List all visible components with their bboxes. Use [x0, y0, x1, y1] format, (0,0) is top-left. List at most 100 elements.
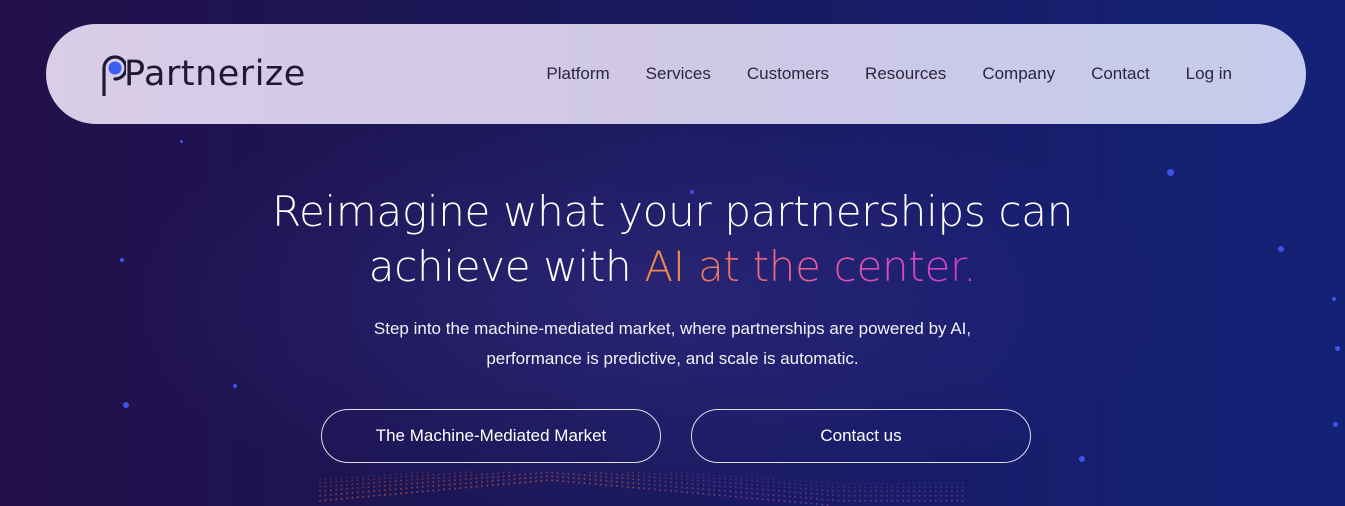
wave-dot [653, 488, 656, 491]
wave-dot [756, 480, 759, 483]
wave-dot [464, 486, 467, 489]
wave-dot [691, 491, 694, 494]
wave-dot [605, 484, 608, 487]
wave-dot [740, 486, 743, 489]
wave-dot [778, 494, 780, 497]
wave-dot [913, 494, 915, 497]
wave-dot [950, 494, 953, 497]
wave-dot [632, 474, 635, 477]
wave-dot [783, 482, 786, 485]
wave-dot [788, 490, 791, 493]
wave-dot [945, 486, 948, 489]
wave-dot [718, 477, 721, 480]
wave-dot [659, 484, 662, 487]
wave-dot [745, 491, 748, 494]
nav-link-contact[interactable]: Contact [1091, 64, 1150, 84]
wave-dot [761, 493, 764, 496]
wave-dot [961, 499, 964, 502]
wave-dot [637, 487, 640, 489]
hero-title-line1: Reimagine what your partnerships can [271, 187, 1074, 236]
wave-dot [346, 487, 348, 490]
wave-dot [545, 479, 548, 482]
wave-dot [616, 473, 618, 476]
nav-link-platform[interactable]: Platform [546, 64, 609, 84]
wave-dot [524, 473, 527, 476]
wave-dot [950, 490, 953, 493]
wave-dot [405, 491, 408, 494]
wave-dot [923, 486, 926, 489]
wave-dot [832, 489, 834, 492]
wave-dot [486, 473, 489, 475]
wave-dot [756, 497, 759, 500]
wave-dot [454, 472, 456, 475]
wave-dot [923, 482, 926, 485]
nav-link-resources[interactable]: Resources [865, 64, 946, 84]
wave-dot [702, 492, 705, 495]
wave-dot [772, 499, 775, 502]
wave-dot [319, 482, 321, 484]
wave-dot [362, 491, 365, 493]
wave-dot [367, 486, 370, 489]
wave-dot [405, 487, 408, 490]
wave-dot [880, 494, 883, 497]
wave-dot [626, 481, 629, 484]
wave-dot [896, 499, 899, 502]
wave-dot [767, 481, 770, 484]
wave-dot [864, 490, 867, 493]
wave-dot [923, 490, 926, 493]
nav-link-services[interactable]: Services [646, 64, 711, 84]
partnerize-logo-mark-icon [100, 52, 128, 98]
wave-dot [562, 476, 564, 479]
wave-dot [837, 482, 840, 485]
wave-dot [772, 481, 775, 484]
wave-dot [907, 486, 910, 489]
wave-dot [599, 483, 602, 486]
wave-dot [421, 490, 424, 493]
wave-dot [805, 483, 807, 486]
wave-dot [761, 488, 764, 491]
wave-dot [826, 489, 829, 492]
wave-dot [583, 478, 586, 480]
nav-link-customers[interactable]: Customers [747, 64, 829, 84]
wave-dot [394, 483, 397, 486]
wave-dot [691, 487, 694, 490]
wave-dot [351, 496, 354, 499]
machine-mediated-market-button[interactable]: The Machine-Mediated Market [321, 409, 661, 463]
wave-dot [659, 473, 662, 476]
wave-dot [459, 482, 462, 485]
wave-dot [772, 489, 775, 492]
wave-dot [324, 499, 327, 502]
wave-dot [643, 472, 645, 475]
wave-dot [632, 478, 635, 481]
wave-dot [794, 496, 797, 498]
wave-dot [389, 484, 392, 487]
wave-dot [362, 482, 365, 485]
wave-dot [340, 484, 343, 487]
wave-dot [940, 490, 942, 493]
wave-dot [956, 482, 959, 485]
wave-dot [794, 501, 797, 504]
wave-dot [367, 495, 370, 498]
wave-dot [724, 494, 726, 497]
wave-dot [626, 471, 629, 473]
wave-dot [815, 481, 818, 483]
wave-dot [940, 494, 942, 497]
wave-dot [508, 474, 510, 477]
wave-dot [659, 488, 662, 491]
wave-dot [329, 485, 332, 487]
wave-dot [810, 480, 813, 483]
wave-dot [535, 472, 537, 475]
brand-logo[interactable]: Partnerize [100, 50, 306, 98]
wave-dot [486, 484, 489, 487]
contact-us-button[interactable]: Contact us [691, 409, 1031, 463]
nav-link-login[interactable]: Log in [1186, 64, 1232, 84]
nav-link-company[interactable]: Company [982, 64, 1055, 84]
wave-dot [626, 486, 629, 488]
wave-dot [886, 499, 888, 502]
wave-dot [961, 486, 964, 489]
wave-dot [907, 490, 910, 493]
wave-dot [518, 481, 521, 484]
wave-dot [805, 487, 807, 490]
wave-dot [691, 475, 694, 478]
wave-dot [934, 482, 937, 485]
